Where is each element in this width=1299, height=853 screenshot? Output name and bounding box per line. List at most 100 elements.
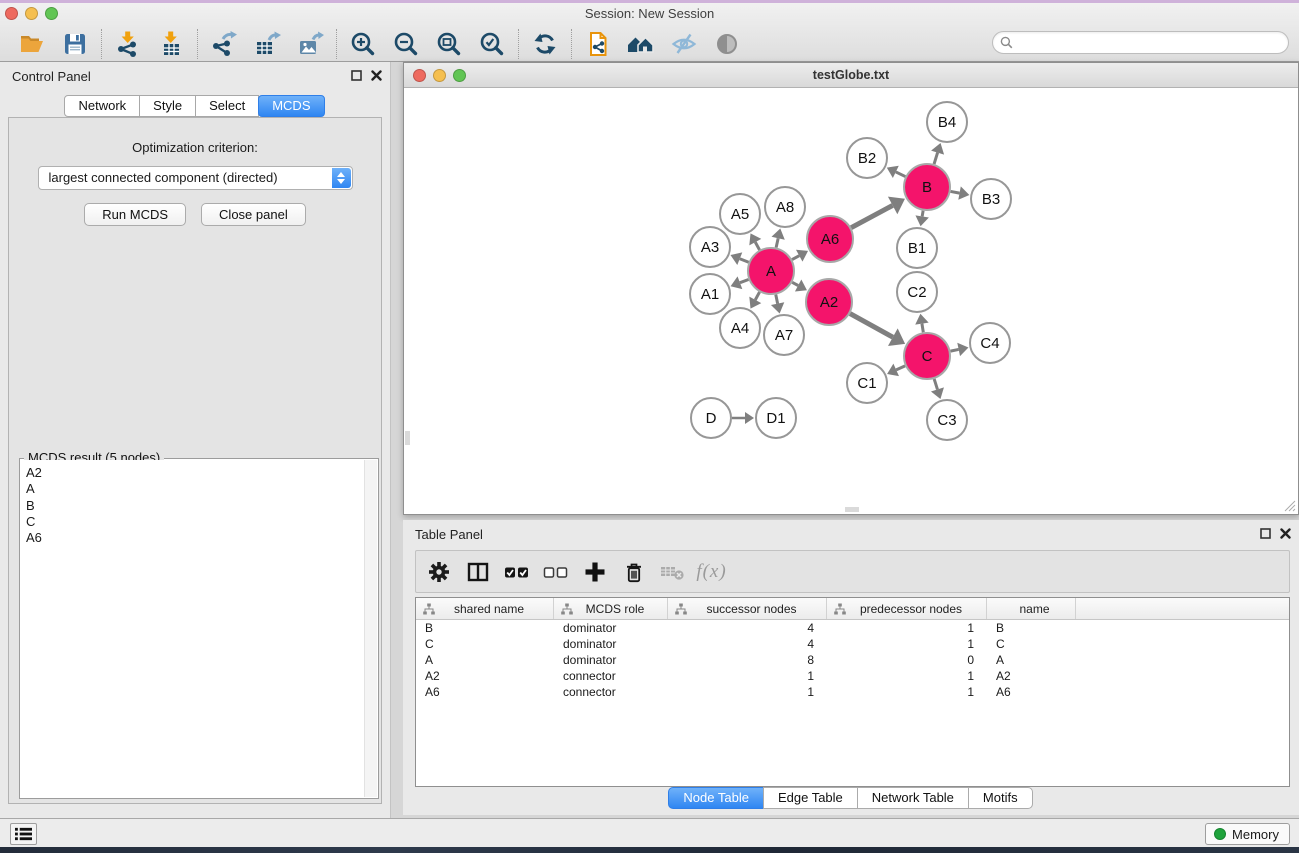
graph-edge-b-b3[interactable] [951, 186, 970, 199]
import-network-icon[interactable] [112, 29, 144, 59]
tab-network-table[interactable]: Network Table [857, 787, 969, 809]
graph-node-a[interactable]: A [748, 248, 794, 294]
close-panel-icon[interactable] [1280, 528, 1291, 539]
network-canvas[interactable]: B4B2BB3A8A5A6B1A3AC2A1A2A4A7C4CC1C3DD1 [405, 89, 1297, 513]
graph-edge-a-a6[interactable] [792, 250, 808, 262]
search-input[interactable] [1017, 36, 1288, 50]
table-row[interactable]: Cdominator41C [416, 636, 1289, 652]
double-home-icon[interactable] [625, 29, 657, 59]
graph-edge-b-b1[interactable] [915, 211, 928, 227]
export-network-icon[interactable] [208, 29, 240, 59]
graph-node-a8[interactable]: A8 [765, 187, 805, 227]
mcds-result-item[interactable]: A6 [26, 530, 364, 546]
plus-icon[interactable] [581, 558, 608, 585]
tab-motifs[interactable]: Motifs [968, 787, 1033, 809]
graph-edge-a-a2[interactable] [792, 280, 807, 292]
delete-table-icon[interactable] [659, 558, 686, 585]
graph-node-a3[interactable]: A3 [690, 227, 730, 267]
graph-edge-c-c1[interactable] [887, 364, 905, 376]
float-panel-icon[interactable] [351, 70, 362, 81]
checked-boxes-icon[interactable] [503, 558, 530, 585]
graph-node-d1[interactable]: D1 [756, 398, 796, 438]
optimization-criterion-dropdown[interactable]: largest connected component (directed) [38, 166, 353, 190]
table-row[interactable]: A2connector11A2 [416, 668, 1289, 684]
graph-edge-a-a4[interactable] [749, 292, 761, 309]
graph-node-b3[interactable]: B3 [971, 179, 1011, 219]
tab-network[interactable]: Network [64, 95, 140, 117]
export-table-icon[interactable] [251, 29, 283, 59]
mcds-result-item[interactable]: B [26, 498, 364, 514]
mcds-result-item[interactable]: A [26, 481, 364, 497]
graph-edge-c-c2[interactable] [915, 314, 928, 333]
zoom-selected-icon[interactable] [476, 29, 508, 59]
graph-node-a1[interactable]: A1 [690, 274, 730, 314]
table-row[interactable]: Bdominator41B [416, 620, 1289, 636]
mcds-result-item[interactable]: A2 [26, 465, 364, 481]
graph-node-b1[interactable]: B1 [897, 228, 937, 268]
tab-select[interactable]: Select [195, 95, 259, 117]
split-columns-icon[interactable] [464, 558, 491, 585]
refresh-icon[interactable] [529, 29, 561, 59]
zoom-in-icon[interactable] [347, 29, 379, 59]
graph-node-b2[interactable]: B2 [847, 138, 887, 178]
resize-grip-icon[interactable] [1283, 499, 1296, 512]
float-panel-icon[interactable] [1260, 528, 1271, 539]
export-image-icon[interactable] [294, 29, 326, 59]
mcds-result-item[interactable]: C [26, 514, 364, 530]
tab-style[interactable]: Style [139, 95, 196, 117]
graph-edge-c-c4[interactable] [951, 343, 969, 356]
graph-edge-a2-c[interactable] [850, 314, 905, 346]
trash-icon[interactable] [620, 558, 647, 585]
graph-node-a6[interactable]: A6 [807, 216, 853, 262]
column-header-predecessor-nodes[interactable]: predecessor nodes [827, 598, 987, 619]
gear-icon[interactable] [425, 558, 452, 585]
graph-edge-d-d1[interactable] [732, 412, 754, 424]
graph-edge-a-a5[interactable] [749, 233, 761, 250]
close-panel-button[interactable]: Close panel [201, 203, 306, 226]
column-header-mcds-role[interactable]: MCDS role [554, 598, 668, 619]
memory-button[interactable]: Memory [1205, 823, 1290, 845]
graph-edge-b-b4[interactable] [931, 143, 944, 164]
file-share-icon[interactable] [582, 29, 614, 59]
mcds-result-scrollbar[interactable] [364, 460, 377, 797]
network-graph[interactable]: B4B2BB3A8A5A6B1A3AC2A1A2A4A7C4CC1C3DD1 [405, 89, 1297, 513]
tab-edge-table[interactable]: Edge Table [763, 787, 858, 809]
graph-node-c1[interactable]: C1 [847, 363, 887, 403]
search-field[interactable] [992, 31, 1289, 54]
graph-edge-a-a1[interactable] [731, 276, 749, 289]
column-header-shared-name[interactable]: shared name [416, 598, 554, 619]
table-row[interactable]: Adominator80A [416, 652, 1289, 668]
fx-icon[interactable]: f(x) [698, 558, 725, 585]
graph-node-a7[interactable]: A7 [764, 315, 804, 355]
tab-mcds[interactable]: MCDS [258, 95, 324, 117]
zoom-fit-icon[interactable] [433, 29, 465, 59]
graph-node-c4[interactable]: C4 [970, 323, 1010, 363]
graph-edge-a-a7[interactable] [771, 295, 784, 314]
graph-node-b[interactable]: B [904, 164, 950, 210]
column-header-name[interactable]: name [987, 598, 1076, 619]
graph-node-a5[interactable]: A5 [720, 194, 760, 234]
import-table-icon[interactable] [155, 29, 187, 59]
task-history-button[interactable] [10, 823, 37, 845]
tab-node-table[interactable]: Node Table [668, 787, 764, 809]
column-header-successor-nodes[interactable]: successor nodes [668, 598, 827, 619]
graph-edge-a6-b[interactable] [851, 197, 905, 228]
eye-slash-icon[interactable] [668, 29, 700, 59]
graph-node-a4[interactable]: A4 [720, 308, 760, 348]
unchecked-boxes-icon[interactable] [542, 558, 569, 585]
graph-node-b4[interactable]: B4 [927, 102, 967, 142]
network-window-titlebar[interactable]: testGlobe.txt [404, 63, 1298, 88]
graph-edge-a-a8[interactable] [772, 228, 785, 247]
folder-open-icon[interactable] [16, 29, 48, 59]
graph-edge-c-c3[interactable] [931, 379, 944, 399]
save-icon[interactable] [59, 29, 91, 59]
graph-edge-b-b2[interactable] [887, 166, 906, 178]
graph-edge-a-a3[interactable] [730, 252, 748, 265]
eye-icon[interactable] [711, 29, 743, 59]
graph-node-c2[interactable]: C2 [897, 272, 937, 312]
graph-node-c3[interactable]: C3 [927, 400, 967, 440]
graph-node-c[interactable]: C [904, 333, 950, 379]
graph-node-a2[interactable]: A2 [806, 279, 852, 325]
app-titlebar[interactable]: Session: New Session [0, 3, 1299, 24]
close-panel-icon[interactable] [371, 70, 382, 81]
